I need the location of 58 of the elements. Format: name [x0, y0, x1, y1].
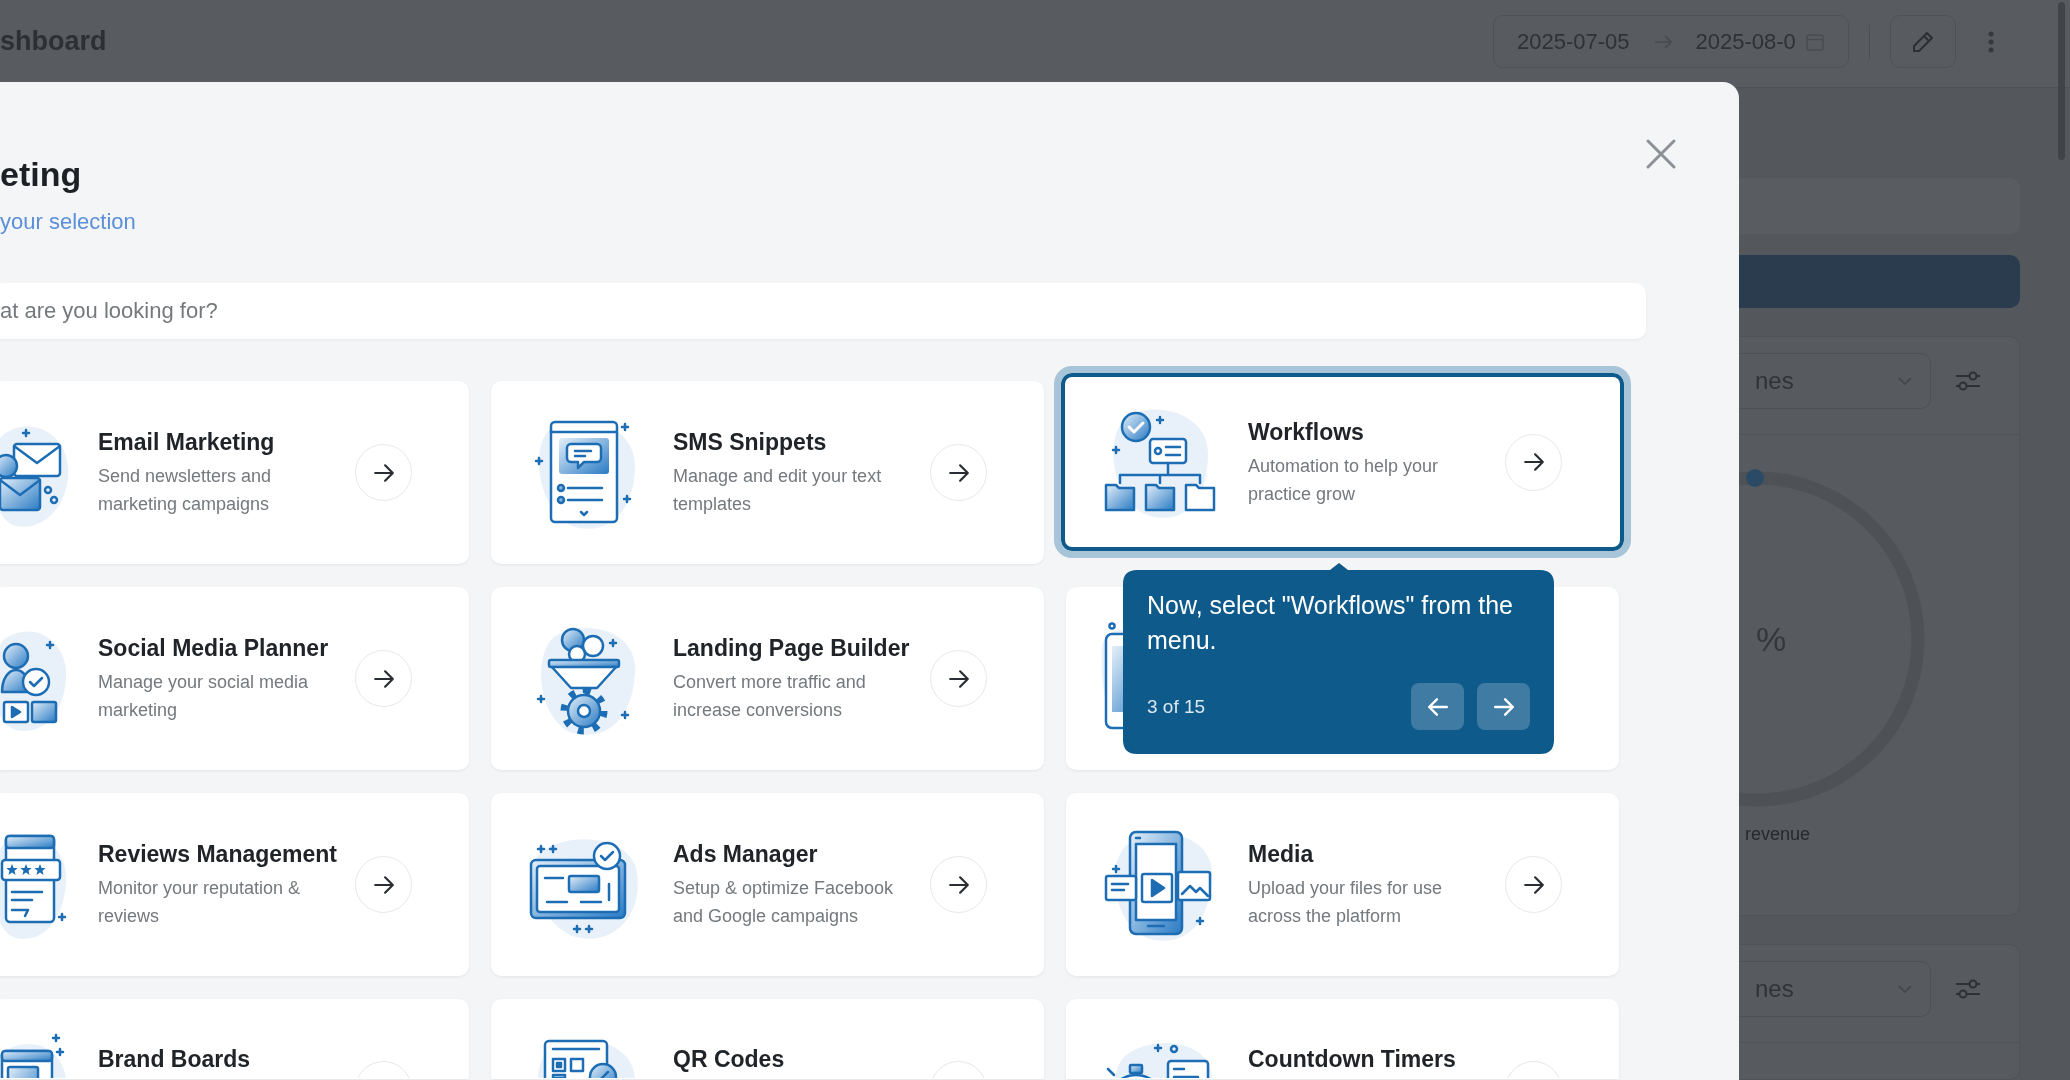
gauge-value: % [1756, 619, 1787, 659]
search-field[interactable]: at are you looking for? [0, 283, 1646, 339]
card-description: Manage your social media marketing [98, 671, 310, 722]
card-title: Landing Page Builder [673, 634, 910, 663]
arrow-right-icon [372, 874, 395, 895]
card-title: Ads Manager [673, 840, 818, 869]
tour-message: Now, select "Workflows" from the menu. [1147, 590, 1514, 656]
close-icon [1645, 138, 1677, 170]
arrow-right-icon [947, 874, 970, 895]
modal-subtitle: your selection [0, 208, 136, 236]
card-description: Automation to help your practice grow [1248, 454, 1440, 506]
card-description: Convert more traffic and increase conversions [673, 671, 867, 722]
sliders-icon[interactable] [1955, 371, 1981, 391]
previous-button[interactable] [1411, 683, 1464, 730]
close-button[interactable] [1645, 138, 1677, 170]
app-card[interactable]: QR Codes [491, 999, 1044, 1079]
next-button[interactable] [1477, 683, 1530, 730]
card-title: QR Codes [673, 1045, 785, 1074]
card-title: Reviews Management [98, 840, 338, 869]
arrow-right-icon [947, 668, 970, 689]
more-button[interactable] [1988, 30, 1994, 53]
app-card[interactable]: Ads Manager Setup & optimize Facebook and Google campaigns [491, 793, 1044, 976]
card-description: Send newsletters and marketing campaigns [98, 465, 273, 516]
app-card[interactable]: SMS Snippets Manage and edit your text templates [491, 381, 1044, 564]
edit-button[interactable] [1890, 15, 1956, 68]
app-card[interactable]: Email Marketing Send newsletters and marketing campaigns [0, 381, 469, 564]
scrollbar-thumb[interactable] [2058, 2, 2065, 160]
app-card[interactable]: Social Media Planner Manage your social media marketing [0, 587, 469, 770]
card-title: Countdown Timers [1248, 1045, 1456, 1074]
card-description: Monitor your reputation & reviews [98, 877, 302, 928]
card-title: Social Media Planner [98, 634, 329, 663]
arrow-right-icon [1522, 452, 1545, 472]
arrow-right-icon [1522, 874, 1545, 895]
card-title: Brand Boards [98, 1045, 251, 1074]
card-title: Media [1248, 840, 1314, 869]
app-card[interactable]: Media Upload your files for use across the platform [1066, 793, 1619, 976]
arrow-left-icon [1426, 696, 1449, 717]
pencil-icon [1911, 29, 1935, 54]
app-card[interactable]: Countdown Timers [1066, 999, 1619, 1079]
more-icon [1988, 30, 1994, 53]
arrow-right-icon [947, 462, 970, 483]
modal-title: eting [0, 154, 83, 195]
card-title: SMS Snippets [673, 428, 827, 457]
arrow-right-icon [1492, 696, 1515, 717]
card-description: Setup & optimize Facebook and Google campaigns [673, 877, 895, 928]
app-card[interactable]: Workflows Automation to help your practice grow [1054, 366, 1631, 558]
app-card[interactable]: Landing Page Builder Convert more traffic and increase conversions [491, 587, 1044, 770]
arrow-right-icon [372, 462, 395, 483]
arrow-right-icon [372, 668, 395, 689]
card-description: Upload your files for use across the platform [1248, 877, 1444, 928]
app-card[interactable]: Brand Boards [0, 999, 469, 1079]
step-counter: 3 of 15 [1147, 695, 1206, 718]
card-description: Manage and edit your text templates [673, 465, 883, 516]
card-title: Email Marketing [98, 428, 275, 457]
card-title: Workflows [1248, 417, 1364, 447]
app-card[interactable]: Reviews Management Monitor your reputation & reviews [0, 793, 469, 976]
text-field[interactable] [1739, 178, 2020, 234]
sliders-icon[interactable] [1955, 979, 1981, 999]
